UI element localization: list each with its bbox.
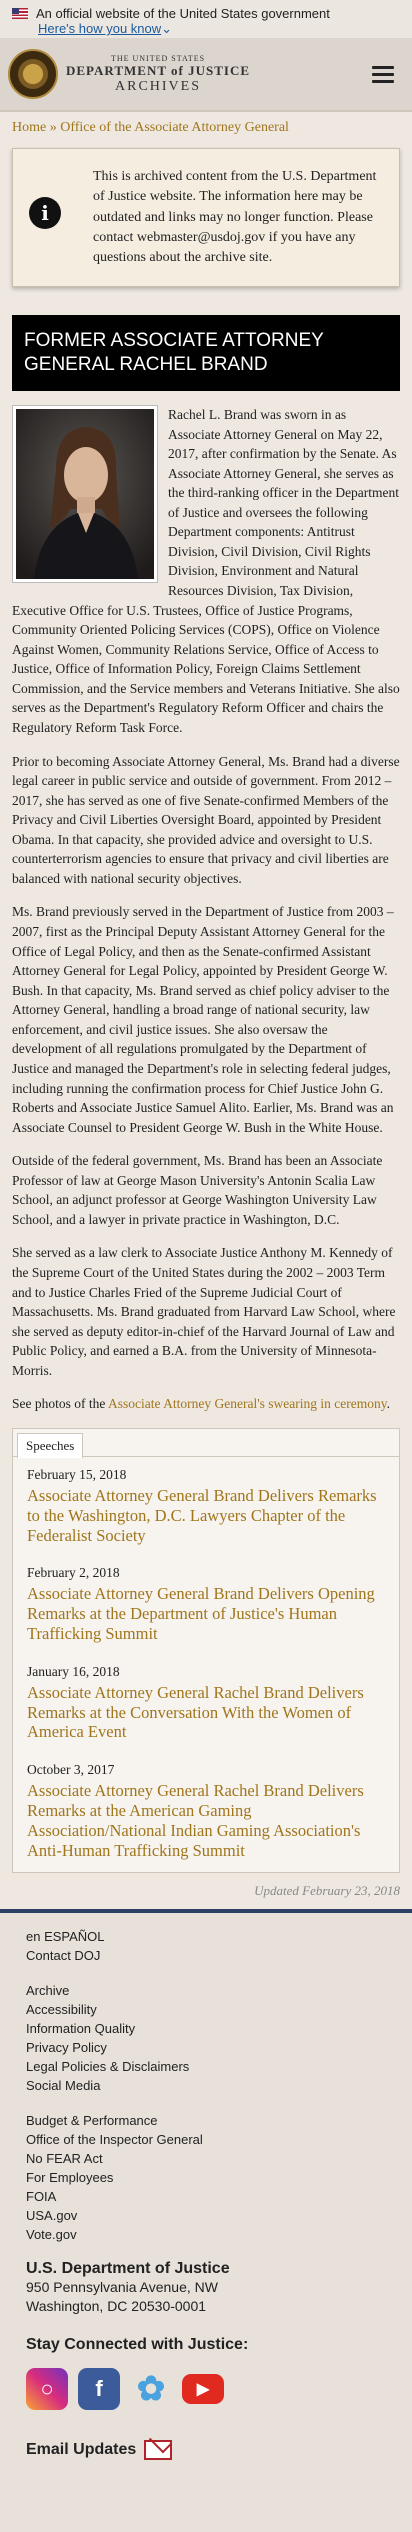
site-header: THE UNITED STATES DEPARTMENT of JUSTICE … <box>0 38 412 112</box>
logo-line-small: THE UNITED STATES <box>110 53 206 63</box>
speech-link[interactable]: Associate Attorney General Rachel Brand … <box>27 1683 385 1742</box>
footer-link-espanol[interactable]: en ESPAÑOL <box>26 1927 386 1946</box>
list-item: January 16, 2018 Associate Attorney Gene… <box>13 1644 399 1742</box>
heres-how-you-know-link[interactable]: Here's how you know <box>38 21 161 36</box>
footer-address-line-2: Washington, DC 20530-0001 <box>26 2298 207 2315</box>
footer-link-usa-gov[interactable]: USA.gov <box>26 2206 386 2225</box>
us-flag-icon <box>12 8 28 19</box>
footer-link-oig[interactable]: Office of the Inspector General <box>26 2130 386 2149</box>
twitter-icon[interactable]: ✿ <box>130 2368 172 2410</box>
youtube-icon[interactable]: ▶ <box>182 2374 224 2405</box>
footer-address-title: U.S. Department of Justice <box>26 2260 230 2278</box>
speech-link[interactable]: Associate Attorney General Brand Deliver… <box>27 1584 385 1643</box>
chevron-down-icon[interactable]: ⌄ <box>161 21 172 36</box>
list-item: February 2, 2018 Associate Attorney Gene… <box>13 1545 399 1643</box>
site-footer: en ESPAÑOL Contact DOJ Archive Accessibi… <box>0 1909 412 2532</box>
list-item: October 3, 2017 Associate Attorney Gener… <box>13 1742 399 1860</box>
speech-date: February 2, 2018 <box>27 1565 120 1581</box>
bio-paragraph-2: Prior to becoming Associate Attorney Gen… <box>12 753 400 886</box>
logo-line-big: DEPARTMENT of JUSTICE <box>66 62 251 78</box>
footer-group-2: Archive Accessibility Information Qualit… <box>26 1981 386 2095</box>
tab-speeches[interactable]: Speeches <box>17 1432 84 1458</box>
page-title: FORMER ASSOCIATE ATTORNEY GENERAL RACHEL… <box>12 315 400 391</box>
footer-group-1: en ESPAÑOL Contact DOJ <box>26 1927 386 1965</box>
footer-link-information-quality[interactable]: Information Quality <box>26 2019 386 2038</box>
bio-paragraph-3: Ms. Brand previously served in the Depar… <box>12 904 394 1135</box>
swearing-in-photos-link[interactable]: Associate Attorney General's swearing in… <box>108 1396 387 1411</box>
speeches-panel: Speeches February 15, 2018 Associate Att… <box>12 1427 400 1874</box>
facebook-icon[interactable]: f <box>78 2368 120 2411</box>
envelope-icon <box>144 2440 173 2461</box>
footer-link-budget[interactable]: Budget & Performance <box>26 2111 386 2130</box>
photos-prefix: See photos of the <box>12 1396 108 1412</box>
footer-link-privacy[interactable]: Privacy Policy <box>26 2038 386 2057</box>
speech-date: February 15, 2018 <box>27 1466 127 1482</box>
photos-line: See photos of the Associate Attorney Gen… <box>12 1394 400 1414</box>
instagram-icon[interactable]: ○ <box>26 2368 68 2411</box>
footer-link-legal[interactable]: Legal Policies & Disclaimers <box>26 2057 386 2076</box>
footer-link-foia[interactable]: FOIA <box>26 2187 386 2206</box>
site-logo[interactable]: THE UNITED STATES DEPARTMENT of JUSTICE … <box>66 54 250 95</box>
speech-date: October 3, 2017 <box>27 1762 115 1778</box>
footer-group-3: Budget & Performance Office of the Inspe… <box>26 2111 386 2244</box>
footer-link-social-media[interactable]: Social Media <box>26 2076 386 2095</box>
archive-notice: i This is archived content from the U.S.… <box>12 148 400 288</box>
footer-link-accessibility[interactable]: Accessibility <box>26 2000 386 2019</box>
bio-paragraph-5: She served as a law clerk to Associate J… <box>12 1245 396 1378</box>
email-updates-link[interactable]: Email Updates <box>26 2440 386 2461</box>
email-updates-label: Email Updates <box>26 2441 137 2459</box>
footer-link-contact[interactable]: Contact DOJ <box>26 1946 386 1965</box>
footer-address-line-1: 950 Pennsylvania Avenue, NW <box>26 2279 218 2296</box>
updated-date: Updated February 23, 2018 <box>254 1883 400 1899</box>
photos-suffix: . <box>386 1396 390 1412</box>
footer-link-vote-gov[interactable]: Vote.gov <box>26 2225 386 2244</box>
breadcrumb: Home » Office of the Associate Attorney … <box>0 112 412 144</box>
tab-row: Speeches <box>13 1429 399 1458</box>
logo-line-archives: ARCHIVES <box>115 78 202 94</box>
footer-link-archive[interactable]: Archive <box>26 1981 386 2000</box>
portrait-photo <box>12 404 158 583</box>
footer-link-employees[interactable]: For Employees <box>26 2168 386 2187</box>
archive-notice-text: This is archived content from the U.S. D… <box>93 169 377 266</box>
stay-connected-heading: Stay Connected with Justice: <box>26 2336 249 2354</box>
bio-paragraph-4: Outside of the federal government, Ms. B… <box>12 1153 383 1227</box>
doj-seal-icon[interactable] <box>8 49 58 99</box>
breadcrumb-current[interactable]: Office of the Associate Attorney General <box>60 120 289 135</box>
speech-list: February 15, 2018 Associate Attorney Gen… <box>13 1457 399 1872</box>
speech-link[interactable]: Associate Attorney General Rachel Brand … <box>27 1781 385 1860</box>
social-links: ○ f ✿ ▶ <box>26 2368 386 2411</box>
footer-link-no-fear[interactable]: No FEAR Act <box>26 2149 386 2168</box>
list-item: February 15, 2018 Associate Attorney Gen… <box>13 1457 399 1545</box>
gov-banner: An official website of the United States… <box>0 0 412 38</box>
bio-content: Rachel L. Brand was sworn in as Associat… <box>0 391 412 1414</box>
speech-link[interactable]: Associate Attorney General Brand Deliver… <box>27 1486 385 1545</box>
breadcrumb-home[interactable]: Home <box>12 120 46 135</box>
info-icon: i <box>29 197 61 229</box>
speech-date: January 16, 2018 <box>27 1663 120 1679</box>
breadcrumb-separator: » <box>49 120 57 135</box>
gov-banner-text: An official website of the United States… <box>36 6 330 21</box>
menu-icon[interactable] <box>372 62 394 87</box>
